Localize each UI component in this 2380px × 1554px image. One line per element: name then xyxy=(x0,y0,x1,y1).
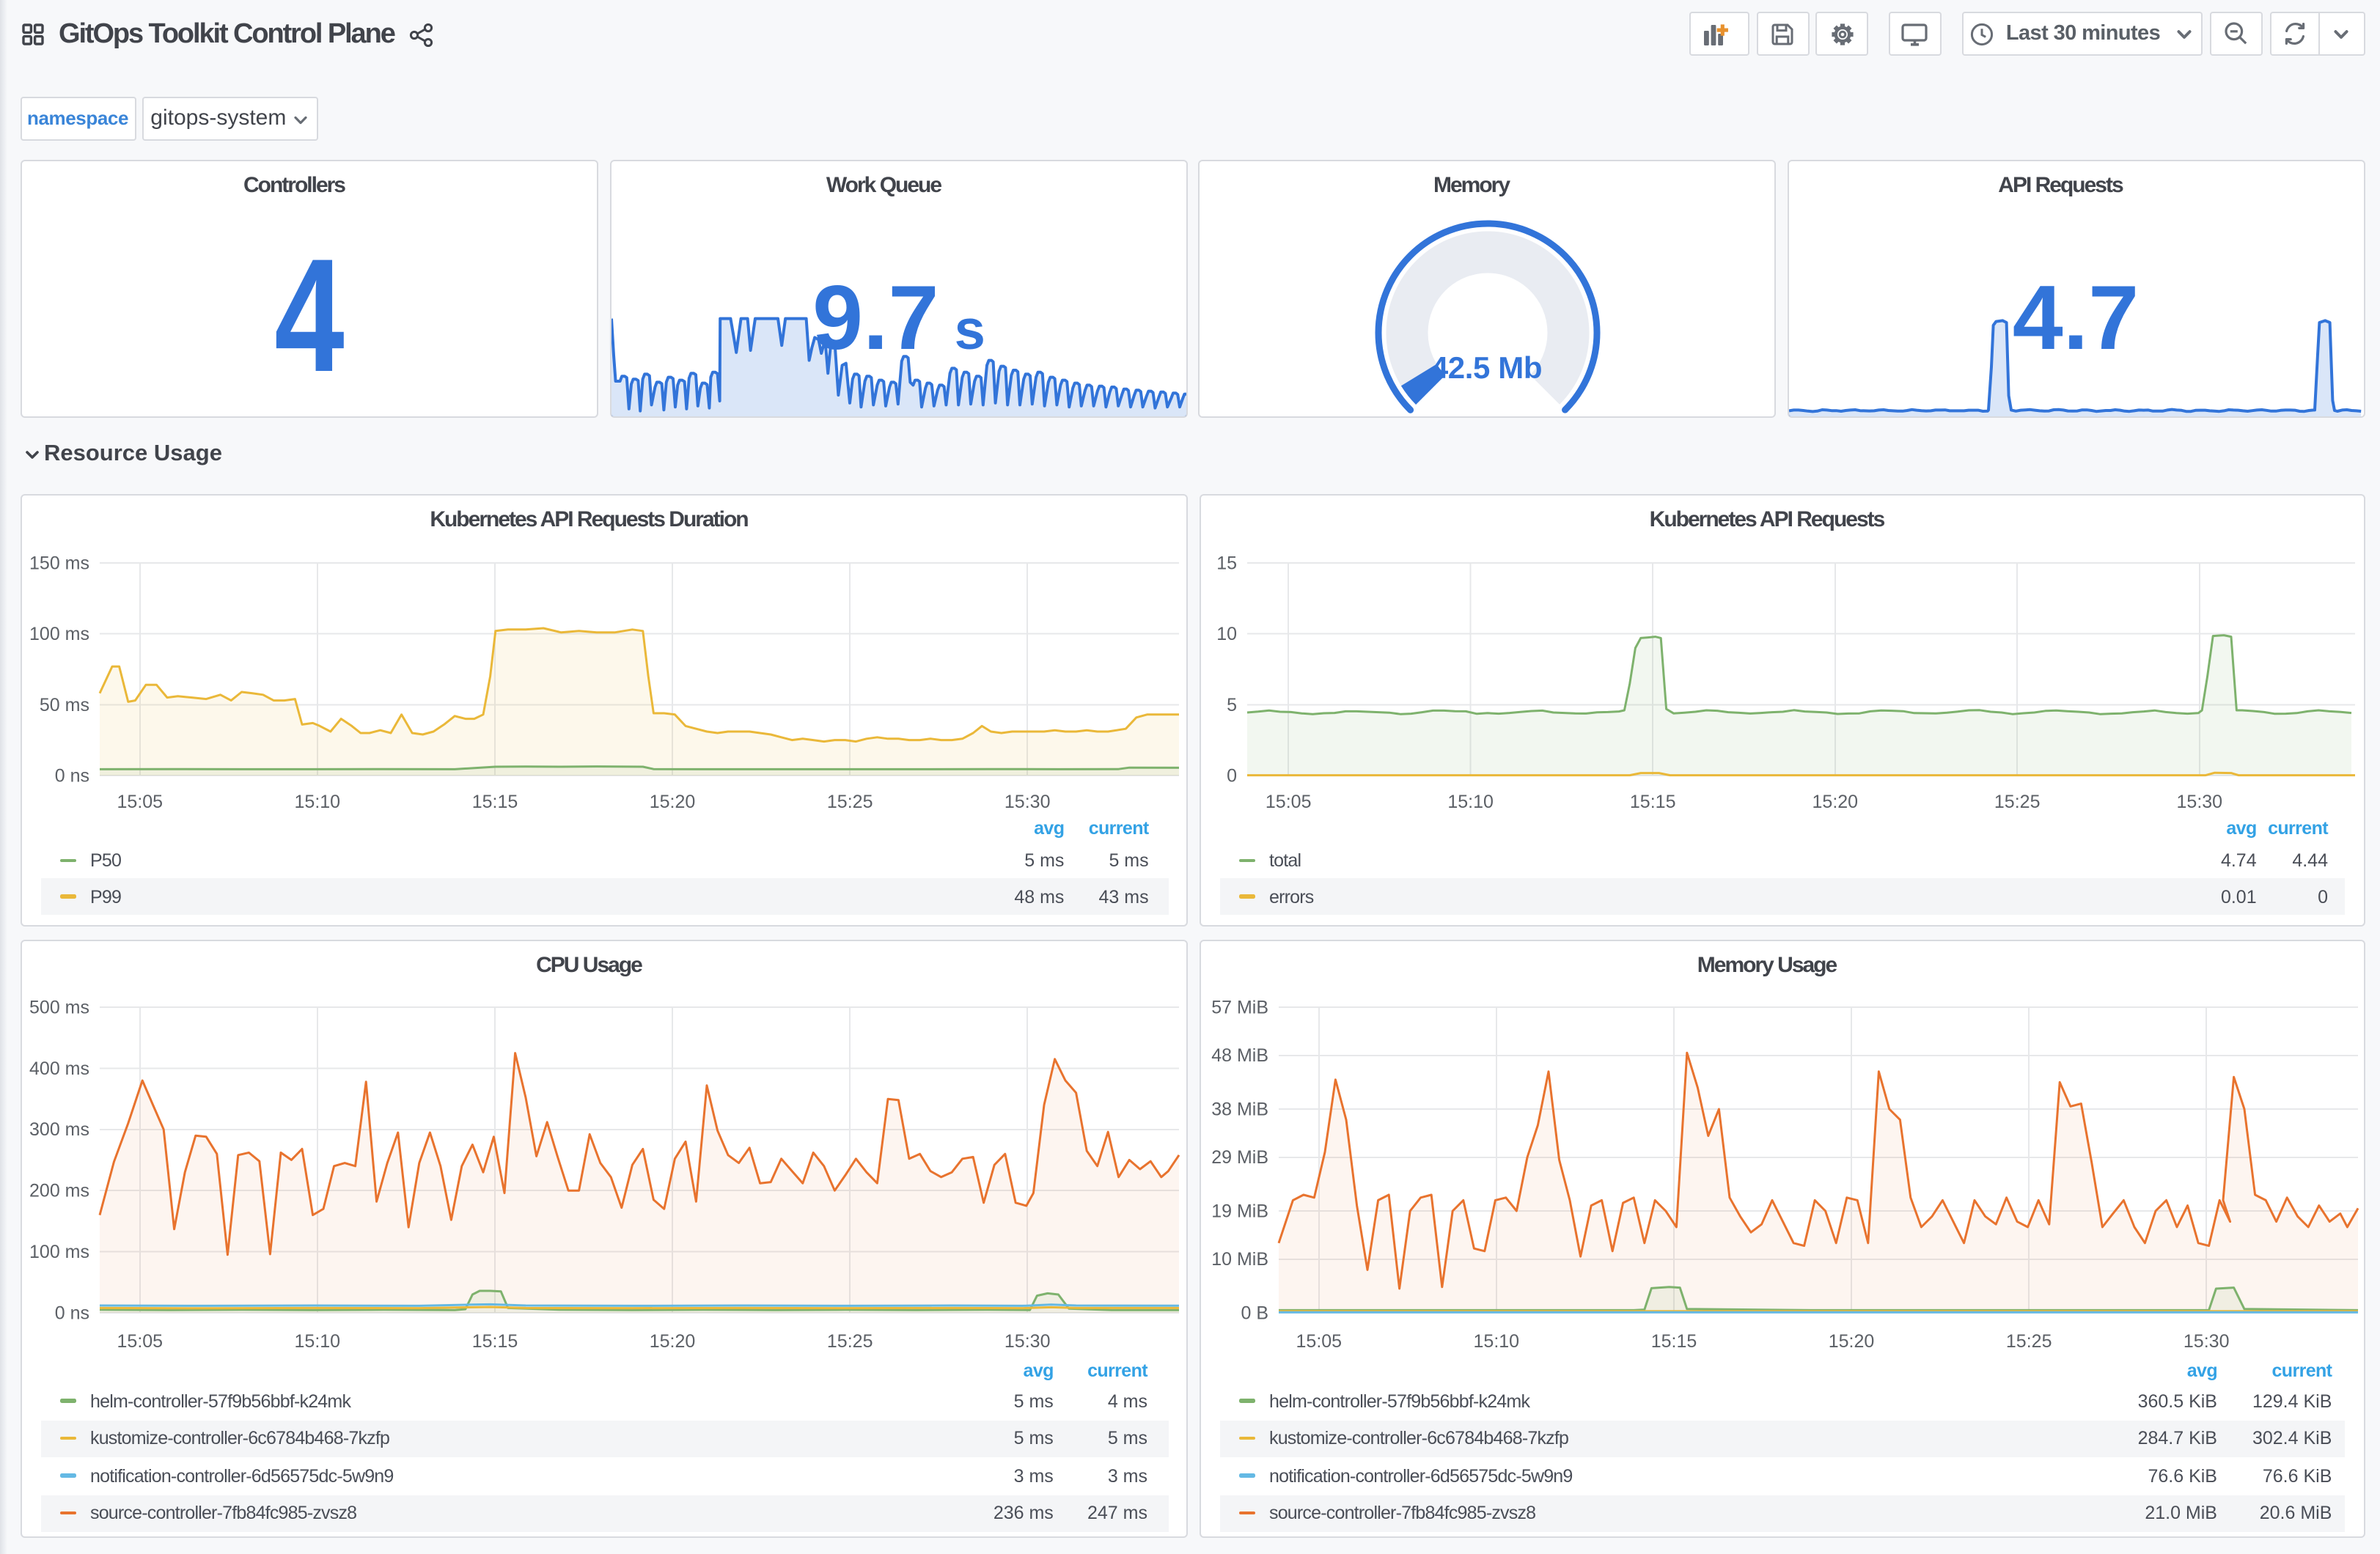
svg-text:0 ns: 0 ns xyxy=(55,1303,89,1323)
svg-text:200 ms: 200 ms xyxy=(29,1181,89,1201)
svg-text:15:20: 15:20 xyxy=(1812,792,1859,812)
svg-text:100 ms: 100 ms xyxy=(29,1242,89,1262)
svg-text:15:30: 15:30 xyxy=(1004,1331,1051,1352)
svg-text:50 ms: 50 ms xyxy=(40,695,89,715)
svg-text:15:05: 15:05 xyxy=(117,1331,164,1352)
svg-text:15:10: 15:10 xyxy=(295,792,341,812)
svg-text:0 ns: 0 ns xyxy=(55,765,89,786)
svg-text:15:05: 15:05 xyxy=(1296,1331,1343,1352)
svg-text:400 ms: 400 ms xyxy=(29,1058,89,1079)
svg-text:15:05: 15:05 xyxy=(1266,792,1312,812)
svg-text:15:05: 15:05 xyxy=(117,792,164,812)
svg-text:15:25: 15:25 xyxy=(827,792,873,812)
svg-text:15:20: 15:20 xyxy=(650,1331,696,1352)
svg-text:19 MiB: 19 MiB xyxy=(1211,1201,1268,1221)
svg-text:57 MiB: 57 MiB xyxy=(1211,997,1268,1017)
svg-text:10 MiB: 10 MiB xyxy=(1211,1249,1268,1270)
svg-text:10: 10 xyxy=(1216,624,1237,644)
svg-text:15:30: 15:30 xyxy=(2183,1331,2230,1352)
svg-text:15:20: 15:20 xyxy=(1829,1331,1875,1352)
svg-text:300 ms: 300 ms xyxy=(29,1119,89,1140)
svg-text:15:30: 15:30 xyxy=(2177,792,2223,812)
svg-text:15:15: 15:15 xyxy=(472,792,518,812)
svg-text:15: 15 xyxy=(1216,553,1237,573)
svg-text:48 MiB: 48 MiB xyxy=(1211,1045,1268,1066)
svg-text:0: 0 xyxy=(1227,765,1237,786)
svg-text:0 B: 0 B xyxy=(1241,1303,1268,1323)
svg-text:15:10: 15:10 xyxy=(295,1331,341,1352)
svg-text:15:25: 15:25 xyxy=(1994,792,2041,812)
svg-text:15:30: 15:30 xyxy=(1004,792,1051,812)
svg-text:38 MiB: 38 MiB xyxy=(1211,1099,1268,1119)
svg-text:15:15: 15:15 xyxy=(472,1331,518,1352)
svg-text:500 ms: 500 ms xyxy=(29,997,89,1017)
svg-text:5: 5 xyxy=(1227,695,1237,715)
svg-text:29 MiB: 29 MiB xyxy=(1211,1147,1268,1168)
svg-text:15:15: 15:15 xyxy=(1630,792,1676,812)
svg-text:15:10: 15:10 xyxy=(1474,1331,1520,1352)
svg-text:15:10: 15:10 xyxy=(1447,792,1494,812)
svg-text:150 ms: 150 ms xyxy=(29,553,89,573)
svg-text:15:20: 15:20 xyxy=(650,792,696,812)
svg-text:15:25: 15:25 xyxy=(827,1331,873,1352)
svg-text:100 ms: 100 ms xyxy=(29,624,89,644)
svg-text:15:15: 15:15 xyxy=(1651,1331,1697,1352)
svg-text:15:25: 15:25 xyxy=(2006,1331,2052,1352)
